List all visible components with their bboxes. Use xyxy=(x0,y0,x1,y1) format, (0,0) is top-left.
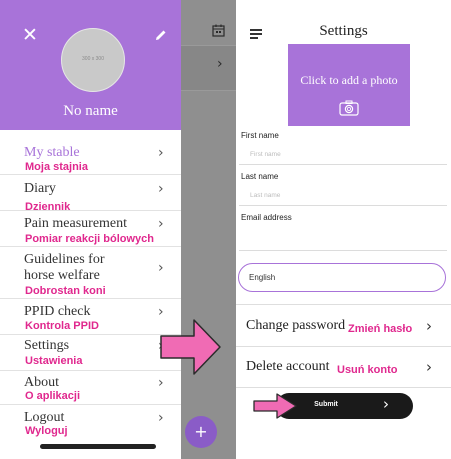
chevron-right-icon: › xyxy=(158,260,164,276)
annotation-label: Dobrostan koni xyxy=(25,285,106,297)
divider xyxy=(0,404,181,405)
annotation-arrow xyxy=(253,393,297,419)
menu-item-ppid-check[interactable]: PPID check xyxy=(24,304,91,319)
add-photo-button[interactable]: Click to add a photo xyxy=(288,44,410,126)
avatar[interactable]: 300 x 300 xyxy=(61,28,125,92)
divider xyxy=(0,174,181,175)
menu-item-about[interactable]: About xyxy=(24,375,59,390)
email-underline xyxy=(239,250,447,251)
add-fab-button[interactable]: + xyxy=(185,416,217,448)
annotation-label: Moja stajnia xyxy=(25,161,88,173)
chevron-right-icon: › xyxy=(217,56,223,72)
divider xyxy=(0,334,181,335)
chevron-right-icon: › xyxy=(158,304,164,320)
calendar-icon[interactable] xyxy=(212,24,225,37)
annotation-label: Usuń konto xyxy=(337,364,398,376)
annotation-label: Zmień hasło xyxy=(348,323,413,335)
annotation-label: Dziennik xyxy=(25,201,71,213)
profile-name: No name xyxy=(63,103,118,119)
menu-item-settings[interactable]: Settings xyxy=(24,338,69,353)
menu-item-logout[interactable]: Logout xyxy=(24,410,64,425)
annotation-label: Kontrola PPID xyxy=(25,320,99,332)
annotation-label: Pomiar reakcji bólowych xyxy=(25,233,154,245)
email-label: Email address xyxy=(241,213,292,222)
delete-account-label: Delete account xyxy=(246,359,330,374)
delete-account-row[interactable]: Delete account Usuń konto › xyxy=(236,347,451,387)
chevron-right-icon: › xyxy=(158,410,164,426)
chevron-right-icon: › xyxy=(158,216,164,232)
close-icon[interactable]: ✕ xyxy=(22,26,38,45)
settings-screen: Settings Click to add a photo First name… xyxy=(236,0,451,459)
page-title: Settings xyxy=(319,23,368,39)
last-name-input[interactable]: Last name xyxy=(250,192,280,199)
divider xyxy=(0,246,181,247)
menu-item-guidelines[interactable]: Guidelines for xyxy=(24,252,104,267)
divider xyxy=(0,210,181,211)
camera-icon xyxy=(339,100,359,116)
change-password-label: Change password xyxy=(246,318,346,333)
annotation-label: O aplikacji xyxy=(25,390,81,402)
menu-item-diary[interactable]: Diary xyxy=(24,181,56,196)
chevron-right-icon: › xyxy=(158,145,164,161)
language-select[interactable]: English xyxy=(238,263,446,292)
divider xyxy=(0,298,181,299)
navigation-drawer: ✕ 300 x 300 No name My stable › Moja sta… xyxy=(0,0,181,459)
language-value: English xyxy=(249,273,276,282)
chevron-right-icon: › xyxy=(383,395,389,413)
divider xyxy=(236,387,451,388)
first-name-label: First name xyxy=(241,131,279,140)
chevron-right-icon: › xyxy=(426,317,432,335)
email-input[interactable] xyxy=(250,232,440,244)
chevron-right-icon: › xyxy=(426,358,432,376)
pencil-icon[interactable] xyxy=(154,28,168,42)
left-phone-screen: ✕ 300 x 300 No name My stable › Moja sta… xyxy=(0,0,236,459)
divider xyxy=(0,370,181,371)
drawer-header: ✕ 300 x 300 No name xyxy=(0,0,181,130)
change-password-row[interactable]: Change password Zmień hasło › xyxy=(236,305,451,345)
first-name-input[interactable]: First name xyxy=(250,151,281,158)
menu-item-my-stable[interactable]: My stable xyxy=(24,145,80,160)
first-name-underline xyxy=(239,164,447,165)
annotation-arrow xyxy=(160,319,221,375)
last-name-label: Last name xyxy=(241,172,279,181)
chevron-right-icon: › xyxy=(158,375,164,391)
add-photo-label: Click to add a photo xyxy=(300,73,398,87)
annotation-label: Ustawienia xyxy=(25,355,83,367)
dimmed-list-row xyxy=(181,45,236,91)
last-name-underline xyxy=(239,205,447,206)
menu-item-guidelines-line2[interactable]: horse welfare xyxy=(24,268,100,283)
home-indicator xyxy=(40,444,156,449)
avatar-placeholder-text: 300 x 300 xyxy=(82,56,104,62)
menu-item-pain-measurement[interactable]: Pain measurement xyxy=(24,216,127,231)
annotation-label: Wyloguj xyxy=(25,425,68,437)
chevron-right-icon: › xyxy=(158,181,164,197)
